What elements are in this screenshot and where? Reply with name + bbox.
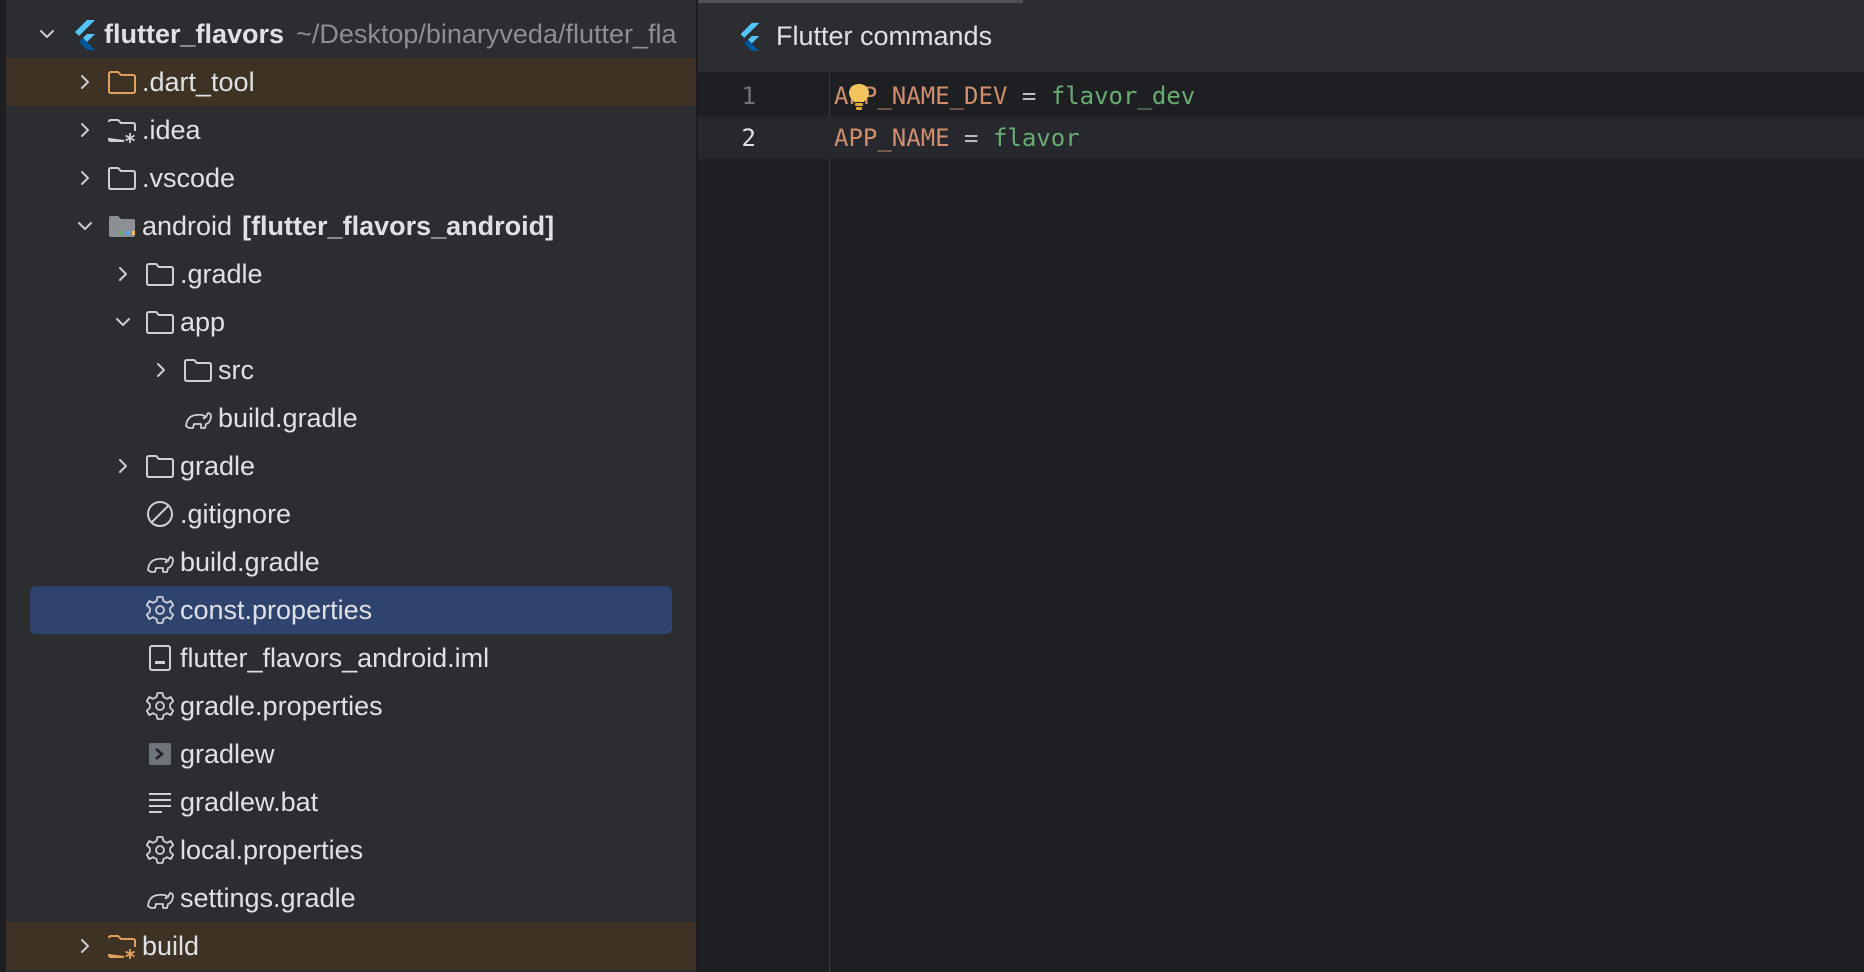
folder-icon (142, 256, 178, 292)
tree-item-idea[interactable]: .idea (6, 106, 696, 154)
tree-item-gradle-properties[interactable]: gradle.properties (6, 682, 696, 730)
project-path: ~/Desktop/binaryveda/flutter_fla (296, 18, 677, 49)
tree-item-label: settings.gradle (180, 882, 356, 913)
tree-item-label: android (142, 210, 233, 241)
code-line-1[interactable]: 1 APP_NAME_DEV = flavor_dev (698, 75, 1864, 117)
chevron-down-icon[interactable] (108, 298, 138, 346)
gradle-elephant-icon (142, 880, 178, 916)
property-operator: = (964, 124, 979, 152)
chevron-right-icon[interactable] (108, 250, 138, 298)
gradle-elephant-icon (142, 544, 178, 580)
code-line-2[interactable]: 2 APP_NAME = flavor (698, 117, 1864, 159)
tree-item-label: build.gradle (180, 546, 320, 577)
settings-gear-icon (142, 832, 178, 868)
tree-item-label: .vscode (142, 162, 236, 193)
iml-file-icon (142, 640, 178, 676)
tab-indicator (698, 0, 1023, 3)
flutter-icon (66, 16, 102, 52)
tree-item-label: app (180, 306, 226, 337)
folder-excluded-icon (104, 928, 140, 964)
folder-icon (104, 160, 140, 196)
lightbulb-icon[interactable] (846, 82, 872, 112)
chevron-right-icon[interactable] (146, 346, 176, 394)
property-value: flavor_dev (1050, 82, 1196, 110)
flutter-commands-link[interactable]: Flutter commands (776, 21, 992, 52)
property-value: flavor (992, 124, 1080, 152)
settings-gear-icon (142, 688, 178, 724)
chevron-down-icon[interactable] (70, 202, 100, 250)
project-name: flutter_flavors (104, 18, 285, 49)
folder-icon (180, 352, 216, 388)
tree-item-gradle-dir[interactable]: .gradle (6, 250, 696, 298)
settings-gear-icon (142, 592, 178, 628)
property-key: APP_NAME (834, 124, 950, 152)
tree-item-vscode[interactable]: .vscode (6, 154, 696, 202)
folder-icon (142, 304, 178, 340)
tree-item-label: .idea (142, 114, 201, 145)
gradle-elephant-icon (180, 400, 216, 436)
module-name: [flutter_flavors_android] (242, 210, 555, 241)
tree-item-label: .gitignore (180, 498, 292, 529)
tree-item-label: const.properties (180, 594, 373, 625)
chevron-right-icon[interactable] (70, 58, 100, 106)
chevron-right-icon[interactable] (70, 922, 100, 970)
tree-item-label: gradlew (180, 738, 275, 769)
line-number: 2 (741, 124, 756, 152)
folder-icon (142, 448, 178, 484)
tree-item-gradlew[interactable]: gradlew (6, 730, 696, 778)
property-operator: = (1021, 82, 1037, 110)
tree-item-label: .dart_tool (142, 66, 255, 97)
tree-item-local-properties[interactable]: local.properties (6, 826, 696, 874)
tree-item-label: gradle.properties (180, 690, 383, 721)
editor-notification-bar: Flutter commands (698, 0, 1864, 73)
tree-item-src[interactable]: src (6, 346, 696, 394)
shell-script-icon (142, 736, 178, 772)
tree-item-settings-gradle[interactable]: settings.gradle (6, 874, 696, 922)
tree-item-label: local.properties (180, 834, 364, 865)
chevron-down-icon[interactable] (32, 10, 62, 58)
code-content: APP_NAME = flavor (834, 124, 1080, 152)
line-number: 1 (741, 82, 756, 110)
tree-item-const-properties[interactable]: const.properties (30, 586, 672, 634)
gutter-separator (829, 73, 830, 972)
tree-item-app-build-gradle[interactable]: build.gradle (6, 394, 696, 442)
tree-item-label: gradlew.bat (180, 786, 319, 817)
tree-item-label: .gradle (180, 258, 263, 289)
code-editor[interactable] (698, 73, 1864, 972)
gitignore-icon (142, 496, 178, 532)
tree-item-build-gradle[interactable]: build.gradle (6, 538, 696, 586)
module-folder-icon (104, 208, 140, 244)
text-file-icon (142, 784, 178, 820)
tree-item-build[interactable]: build (6, 922, 696, 970)
tree-root-row[interactable]: flutter_flavors ~/Desktop/binaryveda/flu… (6, 10, 696, 58)
tree-item-android[interactable]: android [flutter_flavors_android] (6, 202, 696, 250)
folder-config-icon (104, 112, 140, 148)
tree-item-label: flutter_flavors_android.iml (180, 642, 490, 673)
code-content: APP_NAME_DEV = flavor_dev (834, 82, 1195, 110)
tree-item-app[interactable]: app (6, 298, 696, 346)
chevron-right-icon[interactable] (70, 154, 100, 202)
tree-item-label: build (142, 930, 200, 961)
chevron-right-icon[interactable] (108, 442, 138, 490)
tree-item-gradle[interactable]: gradle (6, 442, 696, 490)
tree-item-label: src (218, 354, 254, 385)
tree-item-label: gradle (180, 450, 256, 481)
tree-item-dart-tool[interactable]: .dart_tool (6, 58, 696, 106)
tree-item-iml[interactable]: flutter_flavors_android.iml (6, 634, 696, 682)
folder-excluded-icon (104, 64, 140, 100)
tree-item-gitignore[interactable]: .gitignore (6, 490, 696, 538)
project-tree-panel: flutter_flavors ~/Desktop/binaryveda/flu… (0, 0, 696, 972)
flutter-icon (734, 21, 764, 51)
chevron-right-icon[interactable] (70, 106, 100, 154)
tree-item-label: build.gradle (218, 402, 358, 433)
tree-item-gradlew-bat[interactable]: gradlew.bat (6, 778, 696, 826)
